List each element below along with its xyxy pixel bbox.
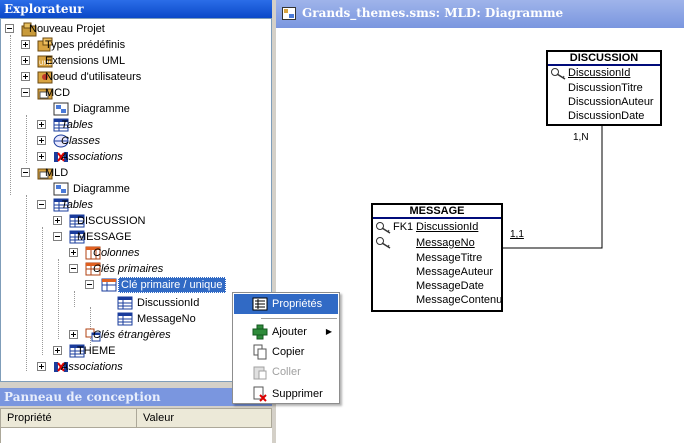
diagram-icon xyxy=(53,182,69,196)
column-header-value[interactable]: Valeur xyxy=(143,412,174,424)
entity-message[interactable]: MESSAGE FK1 DiscussionId MessageNo Messa… xyxy=(371,203,503,312)
menu-item-add[interactable]: Ajouter ▶ xyxy=(234,322,338,342)
expand-toggle[interactable] xyxy=(21,72,30,81)
entity-field: MessageAuteur xyxy=(416,266,494,278)
menu-item-label: Copier xyxy=(272,346,305,358)
menu-item-delete[interactable]: Supprimer xyxy=(234,384,338,404)
diagram-title-text: Grands_themes.sms: MLD: Diagramme xyxy=(302,6,564,20)
expand-toggle[interactable] xyxy=(21,56,30,65)
copy-icon xyxy=(253,344,267,360)
collapse-toggle[interactable] xyxy=(53,232,62,241)
expand-toggle[interactable] xyxy=(37,362,46,371)
property-grid-header: Propriété Valeur xyxy=(0,408,272,429)
add-icon xyxy=(252,324,268,340)
tree-node-label: Clé primaire / unique xyxy=(118,277,226,293)
tree-node-label: Extensions UML xyxy=(45,55,126,67)
collapse-toggle[interactable] xyxy=(21,168,30,177)
entity-field: DiscussionTitre xyxy=(568,82,643,94)
entity-field: DiscussionId xyxy=(416,221,479,233)
explorer-title: Explorateur xyxy=(0,0,272,18)
expand-toggle[interactable] xyxy=(37,120,46,129)
tree-node-label: Tables xyxy=(61,199,94,211)
submenu-arrow-icon: ▶ xyxy=(325,327,332,336)
tree-node-label: Associations xyxy=(61,151,123,163)
expand-toggle[interactable] xyxy=(53,216,62,225)
menu-item-label: Coller xyxy=(272,366,301,378)
entity-field: DiscussionId xyxy=(568,67,631,79)
paste-icon xyxy=(253,366,267,380)
menu-item-label: Supprimer xyxy=(272,388,323,400)
properties-icon xyxy=(252,297,268,311)
key-icon xyxy=(376,237,391,249)
menu-item-paste[interactable]: Coller xyxy=(234,362,338,382)
tree-node-label: Colonnes xyxy=(93,247,140,259)
tree-node-label: DiscussionId xyxy=(137,297,200,309)
entity-field: DiscussionAuteur xyxy=(568,96,654,108)
collapse-toggle[interactable] xyxy=(85,280,94,289)
menu-item-label: Propriétés xyxy=(272,298,323,310)
tree-node-label: Clés primaires xyxy=(93,263,164,275)
tree-node-label: MCD xyxy=(45,87,71,99)
cardinality-label: 1,N xyxy=(573,132,589,143)
menu-item-label: Ajouter xyxy=(272,326,307,338)
diagram-icon xyxy=(53,102,69,116)
tree-node-label: Associations xyxy=(61,361,123,373)
foreign-key-label: FK1 xyxy=(393,221,414,233)
tree-node-label: Nouveau Projet xyxy=(29,23,105,35)
tree-node-label: MESSAGE xyxy=(77,231,132,243)
key-table-icon xyxy=(101,278,117,292)
tree-node-label: THEME xyxy=(77,345,116,357)
diagram-window-icon xyxy=(282,7,296,20)
tree-node-label: Classes xyxy=(61,135,101,147)
expand-toggle[interactable] xyxy=(53,346,62,355)
collapse-toggle[interactable] xyxy=(69,264,78,273)
entity-field: MessageDate xyxy=(416,280,484,292)
entity-field: MessageTitre xyxy=(416,252,483,264)
entity-discussion[interactable]: DISCUSSION DiscussionId DiscussionTitre … xyxy=(546,50,662,126)
property-grid[interactable] xyxy=(0,428,272,443)
key-icon xyxy=(376,222,391,234)
collapse-toggle[interactable] xyxy=(5,24,14,33)
tree-node-label: MLD xyxy=(45,167,69,179)
context-menu: Propriétés Ajouter ▶ Copier Coller Suppr… xyxy=(232,292,340,404)
expand-toggle[interactable] xyxy=(37,152,46,161)
entity-name: MESSAGE xyxy=(373,205,501,219)
key-icon xyxy=(551,68,566,80)
tree-node-label: MessageNo xyxy=(137,313,196,325)
table-icon xyxy=(117,312,133,326)
entity-field: MessageNo xyxy=(416,237,475,249)
expand-toggle[interactable] xyxy=(37,136,46,145)
collapse-toggle[interactable] xyxy=(21,88,30,97)
table-icon xyxy=(117,296,133,310)
entity-field: DiscussionDate xyxy=(568,110,645,122)
tree-node-label: Tables xyxy=(61,119,94,131)
tree-node-label: DISCUSSION xyxy=(77,215,146,227)
tree-node-label: Diagramme xyxy=(73,183,130,195)
diagram-window-title: Grands_themes.sms: MLD: Diagramme xyxy=(276,0,684,28)
expand-toggle[interactable] xyxy=(69,330,78,339)
tree-node-label: Noeud d'utilisateurs xyxy=(45,71,142,83)
tree-node-label: Clés étrangères xyxy=(93,329,171,341)
cardinality-label: 1,1 xyxy=(510,229,524,240)
entity-name: DISCUSSION xyxy=(548,52,660,66)
delete-icon xyxy=(253,386,267,402)
tree-node-label: Diagramme xyxy=(73,103,130,115)
expand-toggle[interactable] xyxy=(21,40,30,49)
expand-toggle[interactable] xyxy=(69,248,78,257)
menu-item-properties[interactable]: Propriétés xyxy=(234,294,338,314)
tree-node-label: Types prédéfinis xyxy=(45,39,126,51)
entity-field: MessageContenu xyxy=(416,294,503,306)
column-header-property[interactable]: Propriété xyxy=(7,412,52,424)
menu-item-copy[interactable]: Copier xyxy=(234,342,338,362)
collapse-toggle[interactable] xyxy=(37,200,46,209)
